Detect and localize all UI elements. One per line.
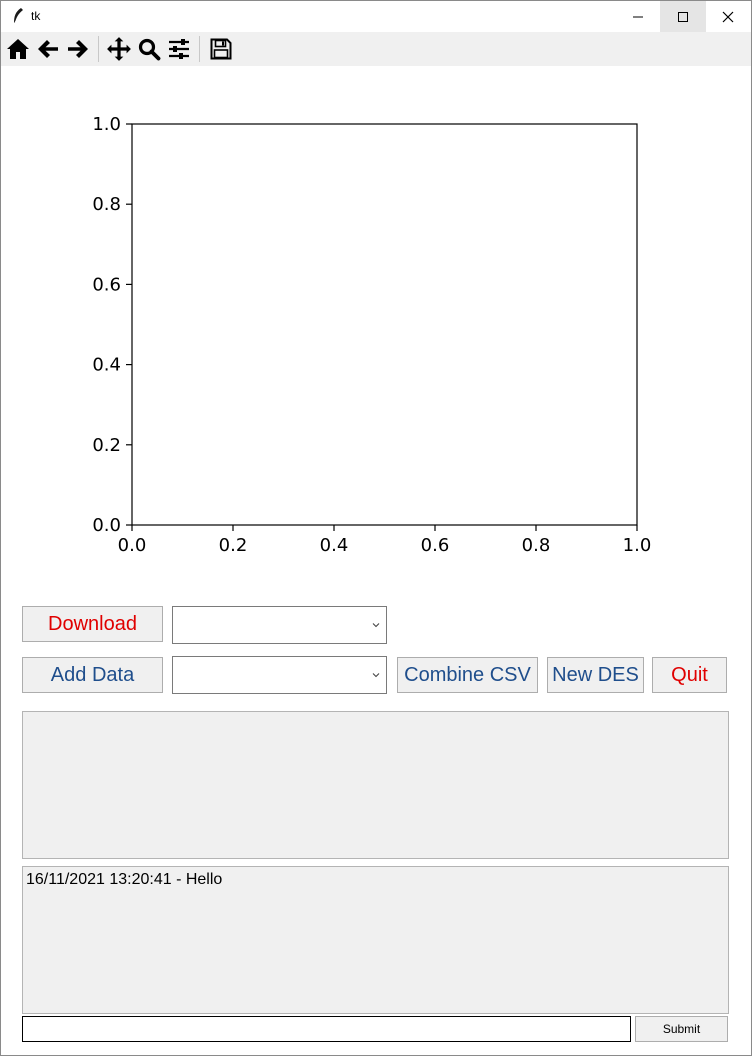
chevron-down-icon <box>372 673 380 678</box>
add-data-button[interactable]: Add Data <box>22 657 163 693</box>
forward-arrow-icon <box>68 40 88 58</box>
y-tick-label: 0.2 <box>92 435 121 456</box>
chevron-down-icon <box>372 623 380 628</box>
save-button[interactable] <box>207 35 235 63</box>
plot-area <box>131 123 638 526</box>
y-tick-label: 0.0 <box>92 515 121 536</box>
minimize-icon <box>633 16 643 17</box>
new-des-button[interactable]: New DES <box>547 657 644 693</box>
log-line: 16/11/2021 13:20:41 - Hello <box>26 871 223 888</box>
y-tick-label: 1.0 <box>92 114 121 135</box>
message-input[interactable] <box>22 1016 631 1042</box>
x-tick-label: 0.8 <box>522 535 551 556</box>
back-button[interactable] <box>34 35 62 63</box>
x-tick-label: 0.6 <box>421 535 450 556</box>
navigation-toolbar <box>1 32 751 66</box>
pan-button[interactable] <box>105 35 133 63</box>
zoom-icon <box>138 38 161 61</box>
log-text-area[interactable]: 16/11/2021 13:20:41 - Hello <box>22 866 729 1014</box>
forward-button[interactable] <box>64 35 92 63</box>
x-tick-label: 0.2 <box>219 535 248 556</box>
application-window: tk 0.0 0.2 0.4 0.6 0.8 1.0 0.0 0.2 0.4 0… <box>0 0 752 1056</box>
pan-icon <box>107 37 131 61</box>
submit-button[interactable]: Submit <box>635 1016 728 1042</box>
quit-button[interactable]: Quit <box>652 657 727 693</box>
close-button[interactable] <box>705 1 751 32</box>
y-tick-label: 0.4 <box>92 355 121 376</box>
save-icon <box>210 38 232 60</box>
toolbar-separator <box>199 36 200 62</box>
configure-subplots-icon <box>169 39 189 59</box>
zoom-button[interactable] <box>135 35 163 63</box>
minimize-button[interactable] <box>615 1 661 32</box>
maximize-icon <box>678 11 688 22</box>
window-title: tk <box>31 9 41 23</box>
info-text-area[interactable] <box>22 711 729 859</box>
back-arrow-icon <box>38 40 58 58</box>
toolbar-separator <box>98 36 99 62</box>
x-tick-label: 0.0 <box>118 535 147 556</box>
maximize-button[interactable] <box>660 1 706 32</box>
download-button[interactable]: Download <box>22 606 163 642</box>
y-tick-label: 0.6 <box>92 274 121 295</box>
add-data-dropdown[interactable] <box>172 656 387 694</box>
home-button[interactable] <box>4 35 32 63</box>
configure-subplots-button[interactable] <box>165 35 193 63</box>
close-icon <box>722 11 734 22</box>
combine-csv-button[interactable]: Combine CSV <box>397 657 538 693</box>
empty-plot[interactable]: 0.0 0.2 0.4 0.6 0.8 1.0 0.0 0.2 0.4 0.6 0.8 1.0 <box>1 66 751 596</box>
title-bar[interactable]: tk <box>1 1 751 32</box>
feather-icon <box>13 8 23 25</box>
y-tick-label: 0.8 <box>92 194 121 215</box>
download-dropdown[interactable] <box>172 606 387 644</box>
x-tick-label: 1.0 <box>623 535 652 556</box>
x-tick-label: 0.4 <box>320 535 349 556</box>
home-icon <box>7 39 29 59</box>
